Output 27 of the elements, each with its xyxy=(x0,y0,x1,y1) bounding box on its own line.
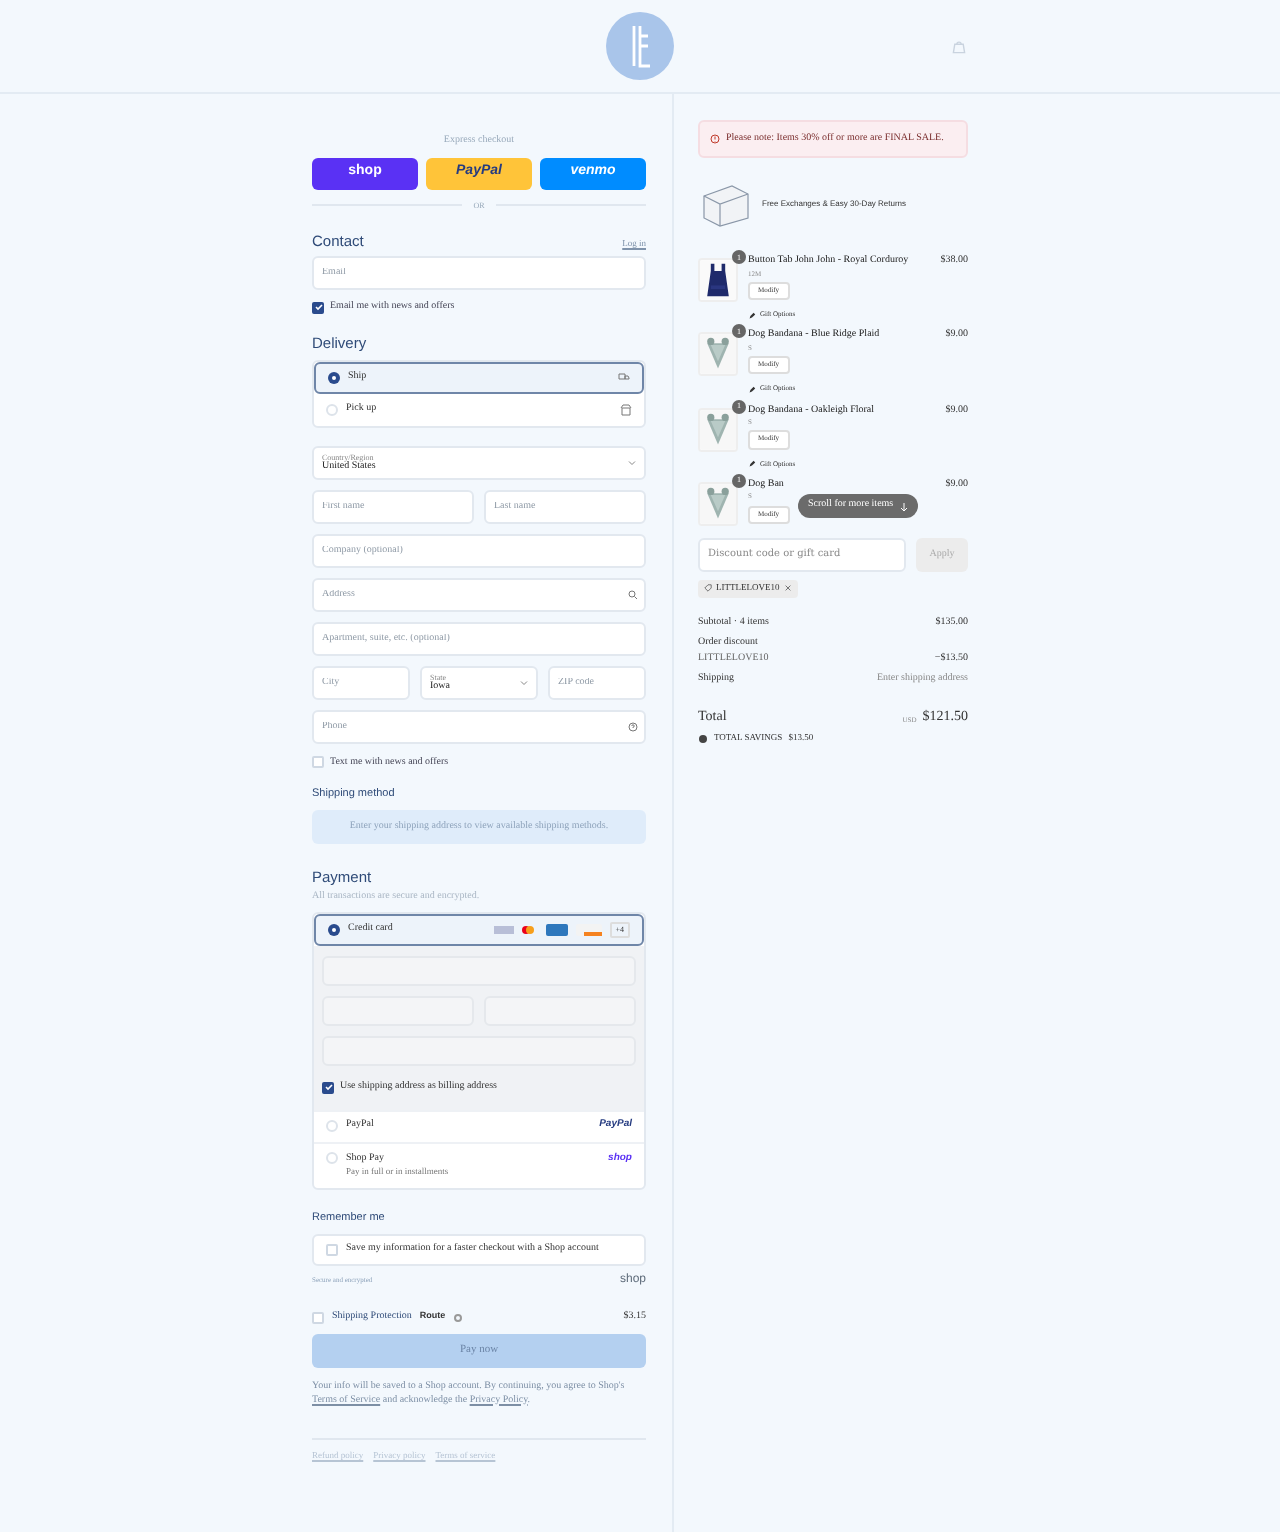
help-icon xyxy=(628,721,638,731)
savings-icon xyxy=(698,734,708,745)
search-icon xyxy=(628,589,638,599)
info-icon xyxy=(453,1313,462,1322)
radio-button[interactable] xyxy=(326,1120,338,1132)
radio-button[interactable] xyxy=(326,403,338,415)
bag-icon[interactable] xyxy=(952,40,966,54)
pencil-icon xyxy=(748,385,756,394)
logo-icon xyxy=(606,12,674,80)
card-logos-icon xyxy=(493,924,604,936)
checkbox[interactable] xyxy=(312,1311,324,1324)
radio-button[interactable] xyxy=(326,1151,338,1163)
alert-icon xyxy=(710,134,720,144)
radio-button[interactable] xyxy=(328,371,340,383)
pencil-icon xyxy=(748,311,756,320)
box-icon xyxy=(698,180,754,228)
checkbox[interactable] xyxy=(326,1244,338,1256)
radio-button[interactable] xyxy=(328,924,340,936)
chevron-icon xyxy=(520,679,528,685)
close-icon[interactable] xyxy=(783,584,792,593)
chevron-icon xyxy=(628,459,636,465)
store-icon xyxy=(620,403,632,415)
tag-icon xyxy=(704,584,712,593)
truck-icon xyxy=(618,372,630,382)
down-arrow-icon xyxy=(899,501,908,511)
checkbox[interactable] xyxy=(312,756,324,769)
pencil-icon xyxy=(748,460,756,469)
